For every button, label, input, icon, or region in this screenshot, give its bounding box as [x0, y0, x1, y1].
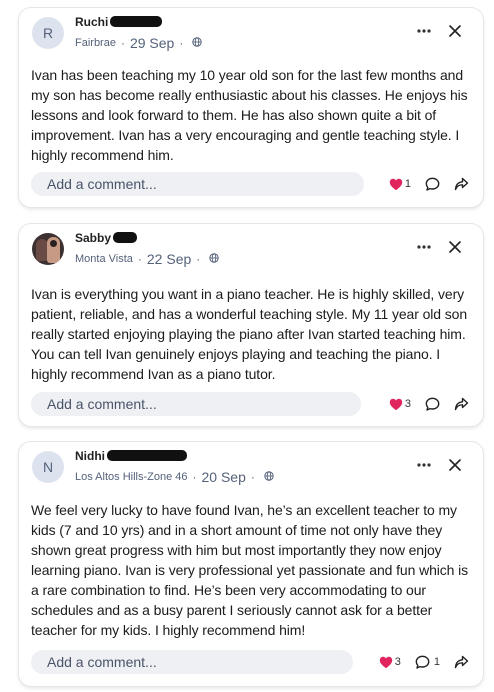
separator: ·: [137, 252, 142, 266]
avatar[interactable]: [32, 233, 64, 265]
reactions-bar: 1: [389, 177, 469, 192]
more-options-button[interactable]: [415, 458, 433, 472]
share-icon: [454, 177, 469, 191]
share-button[interactable]: [454, 177, 469, 191]
redacted-surname: [113, 232, 138, 243]
avatar[interactable]: R: [32, 17, 64, 49]
close-icon: [449, 25, 461, 37]
avatar-initial: N: [42, 459, 54, 475]
reaction-button[interactable]: 1: [389, 178, 411, 191]
share-icon: [454, 397, 469, 411]
comment-input[interactable]: Add a comment...: [31, 650, 353, 674]
post-body: Ivan has been teaching my 10 year old so…: [31, 67, 468, 163]
post-date[interactable]: 22 Sep: [147, 251, 191, 267]
separator: ·: [196, 252, 201, 266]
location[interactable]: Los Altos Hills-Zone 46: [75, 471, 188, 483]
more-horizontal-icon: [417, 463, 431, 467]
comment-button[interactable]: [425, 397, 440, 412]
post-meta: Monta Vista · 22 Sep ·: [75, 250, 219, 268]
close-button[interactable]: [447, 23, 463, 39]
share-icon: [454, 655, 469, 669]
post-meta: Los Altos Hills-Zone 46 · 20 Sep ·: [75, 468, 274, 486]
globe-icon: [209, 250, 219, 268]
author-name[interactable]: Nidhi: [75, 449, 187, 463]
redacted-surname: [107, 450, 187, 461]
reaction-button[interactable]: 3: [379, 656, 401, 669]
comment-button[interactable]: [425, 177, 440, 192]
post-meta: Fairbrae · 29 Sep ·: [75, 34, 203, 52]
comment-button[interactable]: 1: [415, 655, 440, 670]
post-card: Sabby Monta Vista · 22 Sep · Ivan is eve…: [19, 224, 483, 426]
heart-icon: [379, 656, 392, 668]
avatar-photo-shape: [50, 240, 57, 247]
close-button[interactable]: [447, 457, 463, 473]
close-button[interactable]: [447, 239, 463, 255]
reaction-count: 1: [404, 178, 411, 190]
separator: ·: [250, 470, 255, 484]
close-icon: [449, 459, 461, 471]
comment-bubble-icon: [415, 655, 430, 669]
more-horizontal-icon: [417, 245, 431, 249]
separator: ·: [120, 36, 125, 50]
separator: ·: [192, 470, 197, 484]
comment-input[interactable]: Add a comment...: [31, 392, 361, 416]
reactions-bar: 3 1: [379, 655, 469, 670]
heart-icon: [389, 398, 403, 410]
location[interactable]: Fairbrae: [75, 37, 116, 49]
post-card: R Ruchi Fairbrae · 29 Sep · Ivan has bee…: [19, 8, 483, 207]
comment-bubble-icon: [425, 177, 440, 191]
post-footer: Add a comment... 1: [31, 172, 469, 196]
more-options-button[interactable]: [415, 240, 433, 254]
share-button[interactable]: [454, 655, 469, 669]
separator: ·: [179, 36, 184, 50]
redacted-surname: [110, 16, 163, 27]
heart-icon: [389, 178, 403, 190]
post-body: We feel very lucky to have found Ivan, h…: [31, 502, 469, 638]
more-options-button[interactable]: [415, 24, 433, 38]
post-footer: Add a comment... 3: [31, 392, 469, 416]
reactions-bar: 3: [389, 397, 469, 412]
avatar[interactable]: N: [32, 451, 64, 483]
avatar-initial: R: [42, 25, 54, 41]
author-name-text: Nidhi: [75, 449, 105, 463]
reaction-count: 3: [394, 656, 401, 668]
more-horizontal-icon: [417, 29, 431, 33]
globe-icon: [264, 468, 274, 486]
post-card: N Nidhi Los Altos Hills-Zone 46 · 20 Sep…: [19, 442, 483, 686]
author-name-text: Ruchi: [75, 15, 109, 29]
reaction-count: 3: [404, 398, 411, 410]
comment-count: 1: [433, 656, 440, 668]
post-date[interactable]: 20 Sep: [202, 469, 246, 485]
comment-bubble-icon: [425, 397, 440, 411]
post-date[interactable]: 29 Sep: [130, 35, 174, 51]
share-button[interactable]: [454, 397, 469, 411]
post-footer: Add a comment... 3 1: [31, 650, 469, 674]
location[interactable]: Monta Vista: [75, 253, 133, 265]
author-name[interactable]: Ruchi: [75, 15, 163, 29]
author-name-text: Sabby: [75, 231, 112, 245]
author-name[interactable]: Sabby: [75, 231, 138, 245]
reaction-button[interactable]: 3: [389, 398, 411, 411]
post-body: Ivan is everything you want in a piano t…: [31, 286, 468, 382]
close-icon: [449, 241, 461, 253]
comment-input[interactable]: Add a comment...: [31, 172, 364, 196]
globe-icon: [192, 34, 203, 52]
